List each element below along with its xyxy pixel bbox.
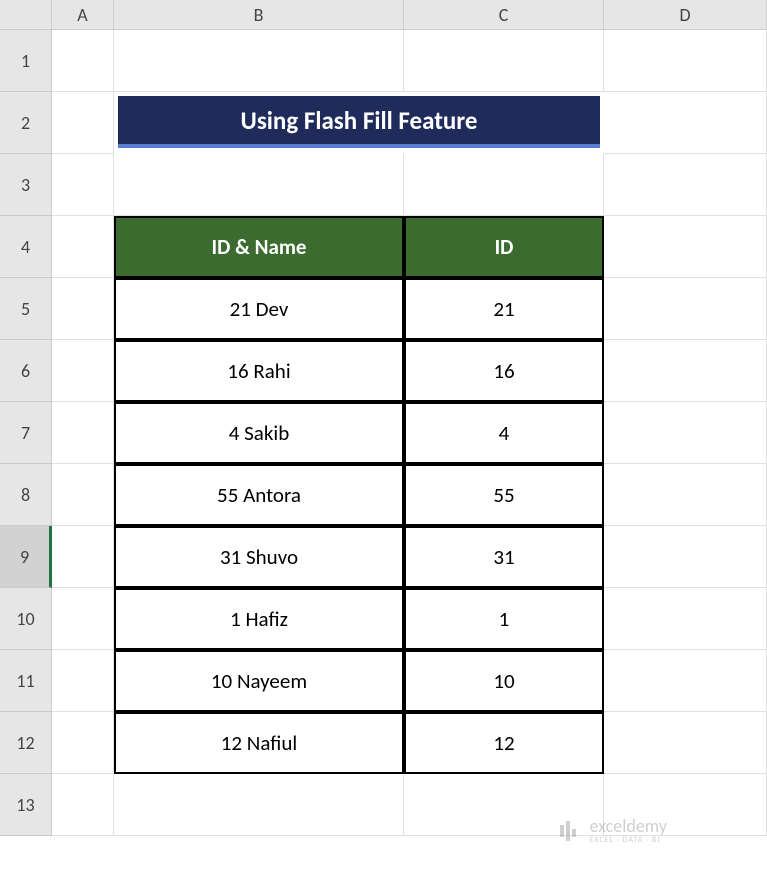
row-header-10[interactable]: 10 — [0, 588, 52, 650]
row-header-9[interactable]: 9 — [0, 526, 52, 588]
table-row[interactable]: 31 Shuvo — [114, 526, 404, 588]
watermark-subtext: EXCEL · DATA · BI — [590, 835, 667, 845]
col-header-d[interactable]: D — [604, 0, 767, 30]
cell-a4[interactable] — [52, 216, 114, 278]
cell-a7[interactable] — [52, 402, 114, 464]
cell-d2[interactable] — [604, 92, 767, 154]
table-row[interactable]: 21 — [404, 278, 604, 340]
table-row[interactable]: 21 Dev — [114, 278, 404, 340]
table-row[interactable]: 55 Antora — [114, 464, 404, 526]
table-row[interactable]: 12 Nafiul — [114, 712, 404, 774]
row-header-11[interactable]: 11 — [0, 650, 52, 712]
table-row[interactable]: 1 — [404, 588, 604, 650]
cell-d9[interactable] — [604, 526, 767, 588]
cell-a11[interactable] — [52, 650, 114, 712]
col-header-c[interactable]: C — [404, 0, 604, 30]
table-row[interactable]: 10 Nayeem — [114, 650, 404, 712]
cell-d3[interactable] — [604, 154, 767, 216]
table-row[interactable]: 12 — [404, 712, 604, 774]
cell-b3[interactable] — [114, 154, 404, 216]
row-header-3[interactable]: 3 — [0, 154, 52, 216]
col-header-b[interactable]: B — [114, 0, 404, 30]
cell-c3[interactable] — [404, 154, 604, 216]
table-row[interactable]: 10 — [404, 650, 604, 712]
cell-a8[interactable] — [52, 464, 114, 526]
select-all-corner[interactable] — [0, 0, 52, 30]
row-header-8[interactable]: 8 — [0, 464, 52, 526]
cell-a10[interactable] — [52, 588, 114, 650]
spreadsheet-grid: A B C D 1 2 Using Flash Fill Feature 3 4… — [0, 0, 767, 836]
row-header-12[interactable]: 12 — [0, 712, 52, 774]
row-header-2[interactable]: 2 — [0, 92, 52, 154]
exceldemy-logo-icon — [558, 819, 582, 843]
cell-d4[interactable] — [604, 216, 767, 278]
table-row[interactable]: 16 Rahi — [114, 340, 404, 402]
row-header-4[interactable]: 4 — [0, 216, 52, 278]
table-header-id[interactable]: ID — [404, 216, 604, 278]
table-row[interactable]: 4 — [404, 402, 604, 464]
col-header-a[interactable]: A — [52, 0, 114, 30]
cell-a3[interactable] — [52, 154, 114, 216]
row-header-5[interactable]: 5 — [0, 278, 52, 340]
row-header-7[interactable]: 7 — [0, 402, 52, 464]
cell-a12[interactable] — [52, 712, 114, 774]
cell-b13[interactable] — [114, 774, 404, 836]
watermark: exceldemy EXCEL · DATA · BI — [558, 817, 667, 845]
row-header-13[interactable]: 13 — [0, 774, 52, 836]
cell-a5[interactable] — [52, 278, 114, 340]
title-merged-cell[interactable]: Using Flash Fill Feature — [118, 96, 600, 148]
watermark-text: exceldemy — [590, 817, 667, 835]
row-header-1[interactable]: 1 — [0, 30, 52, 92]
cell-d8[interactable] — [604, 464, 767, 526]
cell-a2[interactable] — [52, 92, 114, 154]
table-header-idname[interactable]: ID & Name — [114, 216, 404, 278]
cell-d7[interactable] — [604, 402, 767, 464]
table-row[interactable]: 1 Hafiz — [114, 588, 404, 650]
cell-d6[interactable] — [604, 340, 767, 402]
row-header-6[interactable]: 6 — [0, 340, 52, 402]
cell-d1[interactable] — [604, 30, 767, 92]
cell-a1[interactable] — [52, 30, 114, 92]
cell-a6[interactable] — [52, 340, 114, 402]
table-row[interactable]: 31 — [404, 526, 604, 588]
cell-b1[interactable] — [114, 30, 404, 92]
cell-d5[interactable] — [604, 278, 767, 340]
cell-a13[interactable] — [52, 774, 114, 836]
cell-c1[interactable] — [404, 30, 604, 92]
cell-d11[interactable] — [604, 650, 767, 712]
cell-d12[interactable] — [604, 712, 767, 774]
cell-a9[interactable] — [52, 526, 114, 588]
table-row[interactable]: 4 Sakib — [114, 402, 404, 464]
cell-d10[interactable] — [604, 588, 767, 650]
table-row[interactable]: 55 — [404, 464, 604, 526]
table-row[interactable]: 16 — [404, 340, 604, 402]
